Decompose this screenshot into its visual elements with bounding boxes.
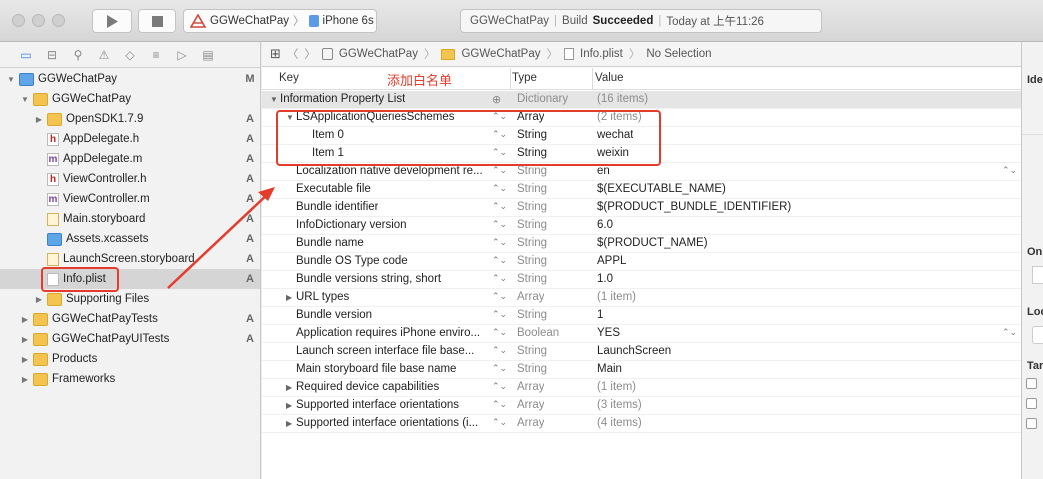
inspector-target-label: Tar xyxy=(1027,360,1043,372)
target-checkbox-1[interactable] xyxy=(1026,378,1037,389)
inspector-field[interactable] xyxy=(1032,266,1043,284)
annotation-arrow xyxy=(167,187,275,289)
target-checkbox-3[interactable] xyxy=(1026,418,1037,429)
inspector-localization-label: Loc xyxy=(1027,306,1043,318)
inspector-on-demand-label: On xyxy=(1027,246,1043,258)
target-checkbox-2[interactable] xyxy=(1026,398,1037,409)
inspector-panel: Ide On Loc Tar xyxy=(1021,42,1043,479)
inspector-identity-label: Ide xyxy=(1027,74,1043,86)
inspector-button[interactable] xyxy=(1032,326,1043,344)
